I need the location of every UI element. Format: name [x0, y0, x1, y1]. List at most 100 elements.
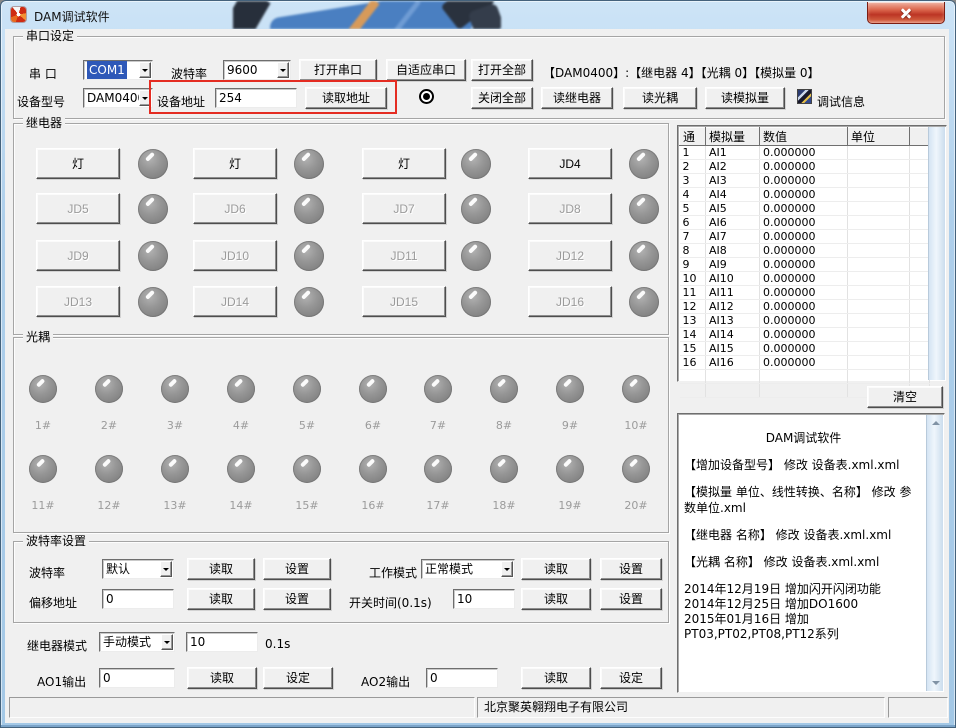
opto-label-13: 13# [161, 499, 189, 512]
table-cell [848, 230, 910, 244]
device-model-select[interactable]: DAM0400 [83, 88, 153, 108]
ao1-label: AO1输出 [37, 673, 86, 690]
relay-button-3[interactable]: 灯 [362, 148, 446, 179]
chevron-down-icon[interactable] [139, 62, 151, 78]
opto-led-8 [490, 375, 518, 403]
auto-serial-button[interactable]: 自适应串口 [386, 59, 466, 81]
offset-set-button[interactable]: 设置 [263, 588, 331, 610]
baudrate-set-button[interactable]: 设置 [263, 558, 331, 580]
opto-led-7 [424, 375, 452, 403]
switch-time-label: 开关时间(0.1s) [349, 594, 432, 611]
baudrate-read-button[interactable]: 读取 [187, 558, 255, 580]
table-cell [910, 216, 930, 230]
table-row: 5AI50.000000 [680, 202, 930, 216]
read-analog-button[interactable]: 读模拟量 [705, 87, 785, 109]
ao1-set-button[interactable]: 设定 [263, 667, 333, 689]
status-indicator [419, 89, 434, 104]
table-cell: 16 [680, 356, 706, 370]
table-row: 14AI140.000000 [680, 328, 930, 342]
relay-led-3 [461, 149, 491, 179]
ao2-read-button[interactable]: 读取 [521, 667, 591, 689]
table-cell: 0.000000 [760, 146, 848, 160]
read-address-button[interactable]: 读取地址 [305, 87, 387, 109]
table-row: 2AI20.000000 [680, 160, 930, 174]
opto-label-5: 5# [293, 419, 321, 432]
table-cell [848, 314, 910, 328]
relay-time-unit: 0.1s [265, 637, 290, 651]
table-cell [848, 244, 910, 258]
relay-button-15: JD15 [362, 286, 446, 317]
relay-button-4[interactable]: JD4 [528, 148, 612, 179]
opto-led-14 [227, 455, 255, 483]
table-cell: 14 [680, 328, 706, 342]
relay-led-10 [294, 241, 324, 271]
info-scrollbar[interactable] [926, 415, 943, 691]
baud-select[interactable]: 9600 [223, 60, 291, 80]
table-cell: 6 [680, 216, 706, 230]
switch-time-read-button[interactable]: 读取 [521, 588, 591, 610]
read-opto-button[interactable]: 读光耦 [623, 87, 697, 109]
serial-group-legend: 串口设定 [23, 29, 77, 43]
ao1-input[interactable]: 0 [99, 668, 175, 688]
work-mode-read-button[interactable]: 读取 [521, 558, 591, 580]
relay-button-14: JD14 [193, 286, 277, 317]
work-mode-select[interactable]: 正常模式 [421, 559, 515, 579]
chevron-down-icon[interactable] [160, 561, 172, 577]
table-scrollbar[interactable] [928, 127, 945, 380]
table-cell [910, 272, 930, 286]
chevron-down-icon[interactable] [277, 62, 289, 78]
close-all-button[interactable]: 关闭全部 [471, 87, 533, 109]
relay-button-10: JD10 [193, 240, 277, 271]
relay-button-1[interactable]: 灯 [36, 148, 120, 179]
work-mode-set-button[interactable]: 设置 [600, 558, 662, 580]
relay-button-2[interactable]: 灯 [193, 148, 277, 179]
switch-time-input[interactable]: 10 [453, 589, 515, 609]
open-all-button[interactable]: 打开全部 [471, 59, 533, 81]
table-cell [848, 328, 910, 342]
table-header-2: 模拟量 [706, 128, 760, 146]
table-cell [910, 314, 930, 328]
table-cell: 0.000000 [760, 188, 848, 202]
table-cell: 3 [680, 174, 706, 188]
table-cell: AI4 [706, 188, 760, 202]
read-relay-button[interactable]: 读继电器 [541, 87, 613, 109]
device-addr-input[interactable]: 254 [215, 88, 297, 108]
table-cell [848, 202, 910, 216]
table-row: 3AI30.000000 [680, 174, 930, 188]
table-cell: 0.000000 [760, 272, 848, 286]
relay-time-input[interactable]: 10 [186, 632, 258, 652]
table-cell: 7 [680, 230, 706, 244]
offset-read-button[interactable]: 读取 [187, 588, 255, 610]
opto-led-6 [359, 375, 387, 403]
close-button[interactable] [867, 2, 945, 24]
port-value: COM1 [87, 61, 127, 79]
baudrate-select[interactable]: 默认 [102, 559, 174, 579]
relay-mode-select[interactable]: 手动模式 [99, 632, 175, 652]
table-cell: AI3 [706, 174, 760, 188]
table-cell [848, 272, 910, 286]
offset-input[interactable]: 0 [102, 589, 174, 609]
status-pane-left [9, 697, 475, 718]
switch-time-set-button[interactable]: 设置 [600, 588, 662, 610]
ao2-input[interactable]: 0 [426, 668, 498, 688]
table-cell: AI10 [706, 272, 760, 286]
open-serial-button[interactable]: 打开串口 [299, 59, 377, 81]
work-mode-label: 工作模式 [369, 564, 417, 581]
table-cell: 11 [680, 286, 706, 300]
chevron-down-icon[interactable] [161, 634, 173, 650]
table-cell [910, 328, 930, 342]
opto-led-4 [227, 375, 255, 403]
ao1-read-button[interactable]: 读取 [187, 667, 257, 689]
table-cell: 1 [680, 146, 706, 160]
port-select[interactable]: COM1 [83, 60, 153, 80]
chevron-down-icon[interactable] [501, 561, 513, 577]
clear-button[interactable]: 清空 [867, 386, 943, 408]
relay-led-7 [461, 194, 491, 224]
ao2-set-button[interactable]: 设定 [600, 667, 662, 689]
table-cell: 0.000000 [760, 356, 848, 370]
status-pane-right [888, 697, 948, 718]
relay-button-5: JD5 [36, 193, 120, 224]
relay-button-9: JD9 [36, 240, 120, 271]
relay-led-13 [138, 287, 168, 317]
opto-led-18 [490, 455, 518, 483]
